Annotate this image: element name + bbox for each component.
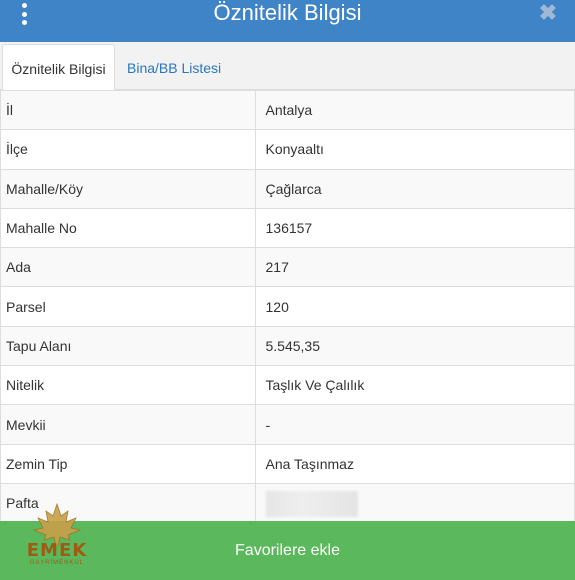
table-row: İlçe Konyaaltı xyxy=(1,129,574,170)
table-row: Zemin Tip Ana Taşınmaz xyxy=(1,443,574,484)
table-row: Mahalle No 136157 xyxy=(1,207,574,248)
attribute-table: İl Antalya İlçe Konyaaltı Mahalle/Köy Ça… xyxy=(1,90,574,522)
table-row: Ada 217 xyxy=(1,247,574,287)
row-value: - xyxy=(255,404,574,445)
tab-bina-bb-listesi[interactable]: Bina/BB Listesi xyxy=(119,44,229,91)
row-value: Konyaaltı xyxy=(255,129,574,170)
row-value: 5.545,35 xyxy=(255,325,574,366)
table-row: Mahalle/Köy Çağlarca xyxy=(1,168,574,209)
table-row: Pafta xyxy=(1,482,574,522)
row-label: İlçe xyxy=(1,129,256,170)
row-label: İl xyxy=(1,90,256,130)
row-label: Tapu Alanı xyxy=(1,325,256,366)
attribute-table-container: İl Antalya İlçe Konyaaltı Mahalle/Köy Ça… xyxy=(0,90,575,522)
table-row: Parsel 120 xyxy=(1,286,574,327)
row-label: Mahalle No xyxy=(1,207,256,248)
row-label: Nitelik xyxy=(1,365,256,405)
row-value: Çağlarca xyxy=(255,168,574,209)
row-value: 120 xyxy=(255,286,574,327)
row-value: 217 xyxy=(255,247,574,287)
row-label: Mevkii xyxy=(1,404,256,445)
row-label: Pafta xyxy=(1,482,256,522)
table-row: Tapu Alanı 5.545,35 xyxy=(1,325,574,366)
row-label: Parsel xyxy=(1,286,256,327)
row-value: 136157 xyxy=(255,207,574,248)
dialog-title: Öznitelik Bilgisi xyxy=(213,0,362,25)
row-value-pafta xyxy=(255,482,574,522)
row-label: Mahalle/Köy xyxy=(1,168,256,209)
close-icon[interactable]: ✖ xyxy=(537,2,559,24)
row-label: Zemin Tip xyxy=(1,443,256,484)
add-to-favorites-button[interactable]: Favorilere ekle xyxy=(0,521,575,580)
tab-oznitelik-bilgisi[interactable]: Öznitelik Bilgisi xyxy=(2,44,115,91)
row-value: Antalya xyxy=(255,90,574,130)
tab-bar: Öznitelik Bilgisi Bina/BB Listesi xyxy=(0,42,575,91)
table-row: Nitelik Taşlık Ve Çalılık xyxy=(1,365,574,405)
table-row: Mevkii - xyxy=(1,404,574,445)
row-label: Ada xyxy=(1,247,256,287)
row-value: Ana Taşınmaz xyxy=(255,443,574,484)
row-value: Taşlık Ve Çalılık xyxy=(255,365,574,405)
dialog-header: Öznitelik Bilgisi ✖ xyxy=(0,0,575,42)
table-row: İl Antalya xyxy=(1,90,574,130)
redacted-value xyxy=(265,491,358,518)
